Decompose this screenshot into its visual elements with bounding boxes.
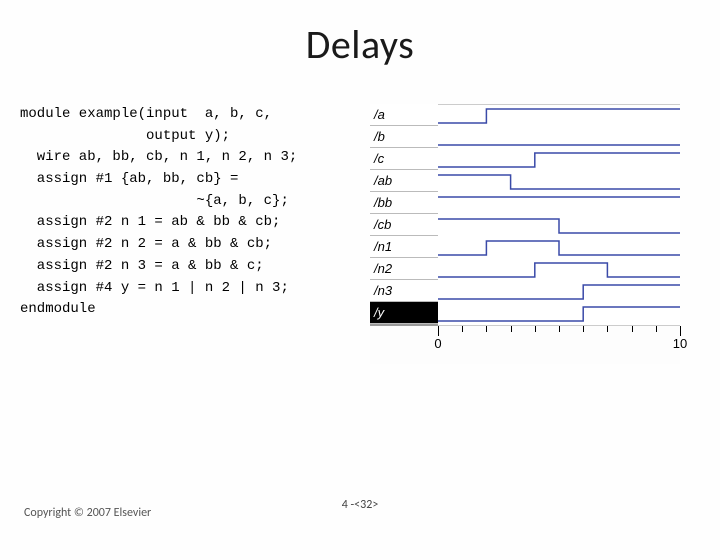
ruler-tick — [559, 326, 560, 332]
waveform-viewer: /a/b/c/ab/bb/cb/n1/n2/n3/y 010 — [370, 104, 680, 364]
ruler-tick — [462, 326, 463, 332]
ruler-tick — [583, 326, 584, 332]
signal-trace — [438, 127, 680, 149]
ruler-tick — [511, 326, 512, 332]
signal-trace — [438, 171, 680, 193]
ruler-tick — [486, 326, 487, 332]
signal-trace — [438, 215, 680, 237]
ruler-tick — [607, 326, 608, 332]
signal-label: /n1 — [370, 236, 438, 258]
signal-label: /a — [370, 104, 438, 126]
ruler-tick — [632, 326, 633, 332]
ruler-label-end: 10 — [673, 336, 687, 351]
signal-trace — [438, 259, 680, 281]
signal-name-column: /a/b/c/ab/bb/cb/n1/n2/n3/y — [370, 104, 438, 326]
ruler-tick — [438, 326, 439, 336]
signal-trace — [438, 281, 680, 303]
ruler-label-start: 0 — [434, 336, 441, 351]
ruler-tick — [535, 326, 536, 332]
signal-label: /ab — [370, 170, 438, 192]
signal-trace — [438, 303, 680, 325]
signal-label: /bb — [370, 192, 438, 214]
signal-label: /b — [370, 126, 438, 148]
ruler-tick — [680, 326, 681, 336]
slide-title: Delays — [0, 20, 720, 69]
code-block: module example(input a, b, c, output y);… — [20, 104, 360, 364]
signal-label: /n2 — [370, 258, 438, 280]
ruler-tick — [656, 326, 657, 332]
signal-trace — [438, 149, 680, 171]
content-row: module example(input a, b, c, output y);… — [0, 104, 720, 364]
signal-trace — [438, 105, 680, 127]
signal-label: /cb — [370, 214, 438, 236]
signal-trace — [438, 193, 680, 215]
signal-trace-column — [438, 104, 680, 326]
copyright-text: Copyright © 2007 Elsevier — [24, 506, 151, 520]
time-ruler: 010 — [438, 326, 680, 360]
signal-label: /y — [370, 302, 438, 324]
signal-trace — [438, 237, 680, 259]
slide-number: 4 -<32> — [342, 498, 379, 512]
signal-label: /n3 — [370, 280, 438, 302]
signal-label: /c — [370, 148, 438, 170]
